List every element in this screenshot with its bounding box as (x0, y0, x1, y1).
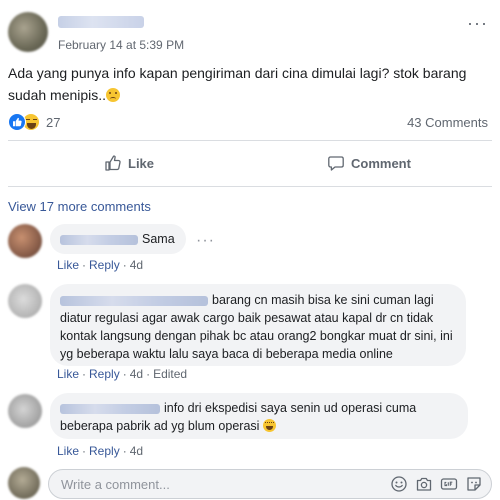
comment-input-placeholder: Write a comment... (61, 477, 170, 492)
sad-emoji-icon (106, 88, 121, 102)
comment-count[interactable]: 43 Comments (407, 115, 488, 130)
comment-bubble: barang cn masih bisa ke sini cuman lagi … (50, 284, 466, 366)
more-horizontal-icon[interactable]: ··· (196, 233, 215, 249)
like-reaction-icon (8, 113, 26, 131)
comment-bubble: info dri ekspedisi saya senin ud operasi… (50, 393, 468, 439)
avatar[interactable] (8, 284, 42, 318)
haha-emoji-icon (262, 419, 276, 432)
divider (8, 186, 492, 187)
comment-button[interactable]: Comment (327, 152, 411, 174)
divider (8, 140, 492, 141)
camera-icon[interactable] (415, 475, 433, 493)
comment-meta: Like · Reply · 4d · Edited (57, 367, 188, 381)
comment-meta: Like · Reply · 4d (57, 258, 144, 272)
reaction-summary[interactable]: 27 (8, 112, 60, 132)
comment-input[interactable]: Write a comment... (48, 469, 492, 499)
post-text: Ada yang punya info kapan pengiriman dar… (8, 62, 492, 106)
sticker-icon[interactable] (465, 475, 483, 493)
comment-like-link[interactable]: Like (57, 367, 79, 381)
comment-reply-link[interactable]: Reply (89, 258, 120, 272)
comment-like-link[interactable]: Like (57, 258, 79, 272)
comment-time[interactable]: 4d (130, 367, 143, 381)
emoji-icon[interactable] (390, 475, 408, 493)
comment-edited-label[interactable]: Edited (153, 367, 187, 381)
avatar[interactable] (8, 224, 42, 258)
comment-reply-link[interactable]: Reply (89, 367, 120, 381)
post-header: February 14 at 5:39 PM ··· (8, 8, 492, 52)
comment-icon (328, 156, 344, 171)
reaction-count: 27 (46, 114, 61, 130)
commenter-name-blurred[interactable] (60, 295, 208, 306)
post-timestamp[interactable]: February 14 at 5:39 PM (58, 38, 184, 52)
like-button[interactable]: Like (104, 152, 154, 174)
avatar[interactable] (8, 394, 42, 428)
thumbs-up-icon (105, 155, 121, 171)
gif-icon[interactable] (440, 475, 458, 493)
post-text-content: Ada yang punya info kapan pengiriman dar… (8, 65, 467, 103)
like-button-label: Like (128, 155, 155, 171)
author-avatar[interactable] (8, 12, 48, 52)
comment-bubble: Sama (50, 224, 186, 254)
comment-text: Sama (142, 232, 175, 246)
commenter-name-blurred[interactable] (60, 403, 160, 414)
view-more-comments-link[interactable]: View 17 more comments (8, 199, 151, 214)
comment-meta: Like · Reply · 4d (57, 444, 144, 458)
author-name-blurred[interactable] (58, 16, 144, 28)
comment-like-link[interactable]: Like (57, 444, 79, 458)
more-horizontal-icon[interactable]: ··· (467, 14, 488, 32)
comment-time[interactable]: 4d (130, 258, 143, 272)
comment-time[interactable]: 4d (130, 444, 143, 458)
comment-composer: Write a comment... (8, 465, 492, 500)
comment-button-label: Comment (351, 155, 411, 171)
commenter-name-blurred[interactable] (60, 234, 138, 245)
comment-reply-link[interactable]: Reply (89, 444, 120, 458)
composer-icons (390, 475, 483, 493)
avatar (8, 467, 40, 499)
